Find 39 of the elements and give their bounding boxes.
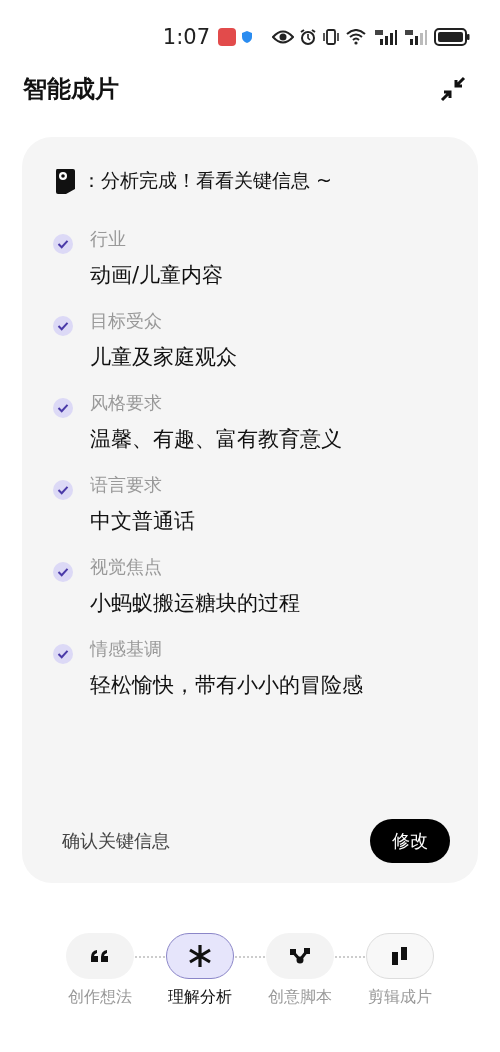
battery-icon [434, 28, 470, 46]
step-tab[interactable] [166, 933, 234, 979]
cellular-signal-icon [374, 29, 398, 45]
step-tab[interactable] [266, 933, 334, 979]
info-label: 目标受众 [90, 309, 163, 333]
page-title: 智能成片 [23, 74, 119, 105]
collapse-icon[interactable] [438, 74, 468, 104]
info-value: 中文普通话 [90, 508, 195, 535]
wifi-icon [346, 29, 368, 45]
edit-button[interactable]: 修改 [370, 819, 450, 863]
mascot-icon [54, 167, 76, 195]
shield-icon [242, 31, 252, 43]
info-label: 语言要求 [90, 473, 163, 497]
info-value: 动画/儿童内容 [90, 262, 224, 289]
cellular-signal-icon [404, 29, 428, 45]
step-label: 剪辑成片 [368, 987, 432, 1008]
info-label: 行业 [90, 227, 127, 251]
info-label: 视觉焦点 [90, 555, 163, 579]
alarm-icon [300, 29, 316, 45]
info-value: 小蚂蚁搬运糖块的过程 [90, 590, 300, 617]
bars-icon [391, 946, 409, 966]
confirm-text: 确认关键信息 [62, 829, 170, 853]
step-tab[interactable] [66, 933, 134, 979]
info-value: 轻松愉快，带有小小的冒险感 [90, 672, 363, 699]
quote-icon [89, 948, 111, 964]
info-label: 风格要求 [90, 391, 163, 415]
info-label: 情感基调 [90, 637, 163, 661]
analysis-message: ：分析完成！看看关键信息 ~ [82, 168, 332, 193]
step-label: 创意脚本 [268, 987, 332, 1008]
asterisk-icon [188, 944, 212, 968]
clock-time: 1:07 [162, 25, 210, 49]
info-value: 温馨、有趣、富有教育意义 [90, 426, 342, 453]
app-notification-icon [218, 28, 236, 46]
info-value: 儿童及家庭观众 [90, 344, 237, 371]
vibrate-icon [322, 29, 340, 45]
step-label: 创作想法 [68, 987, 132, 1008]
branch-icon [289, 947, 311, 965]
step-label: 理解分析 [168, 987, 232, 1008]
eye-icon [272, 30, 294, 44]
